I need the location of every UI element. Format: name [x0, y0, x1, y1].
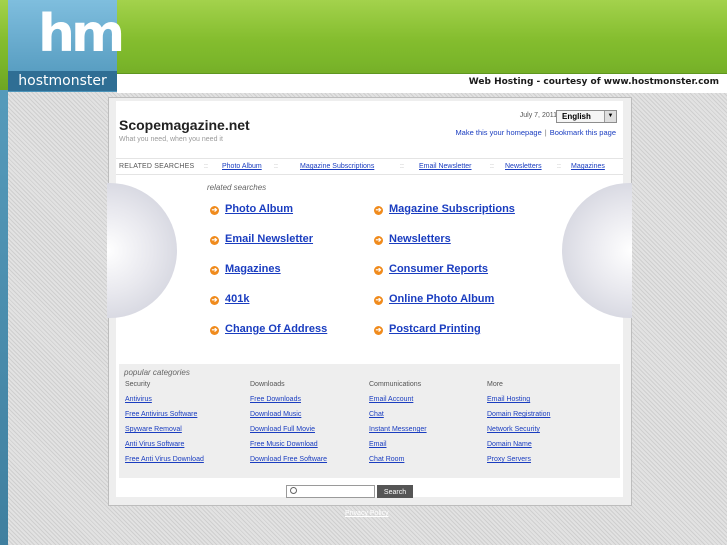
related-bar-link[interactable]: Magazine Subscriptions: [300, 159, 374, 174]
related-result-link[interactable]: 401k: [225, 293, 249, 305]
category-link[interactable]: Chat Room: [369, 456, 427, 471]
date-text: July 7, 2011: [519, 112, 557, 119]
separator-dots: ::: [400, 163, 404, 170]
arrow-right-icon: ➔: [210, 266, 219, 275]
separator-dots: ::: [274, 163, 278, 170]
related-bar-label: RELATED SEARCHES: [119, 163, 195, 170]
category-link[interactable]: Free Antivirus Software: [125, 411, 204, 426]
separator-dots: ::: [557, 163, 561, 170]
related-result-link[interactable]: Consumer Reports: [389, 263, 488, 275]
privacy-policy-link[interactable]: Privacy Policy: [345, 510, 389, 517]
related-result-link[interactable]: Change Of Address: [225, 323, 327, 335]
category-link[interactable]: Email Account: [369, 396, 427, 411]
search-icon: [290, 487, 297, 494]
related-result-link[interactable]: Photo Album: [225, 203, 293, 215]
bookmark-link[interactable]: Bookmark this page: [550, 128, 616, 137]
related-bar-link[interactable]: Magazines: [571, 159, 605, 174]
parked-page-frame: Scopemagazine.net What you need, when yo…: [107, 97, 632, 506]
related-bar-link[interactable]: Newsletters: [505, 159, 542, 174]
popular-categories-heading: popular categories: [124, 368, 190, 377]
decorative-left-curve: [107, 183, 177, 318]
arrow-right-icon: ➔: [374, 206, 383, 215]
category-link[interactable]: Anti Virus Software: [125, 441, 204, 456]
category-link[interactable]: Antivirus: [125, 396, 204, 411]
parked-page-content: Scopemagazine.net What you need, when yo…: [107, 101, 632, 497]
related-result-link[interactable]: Online Photo Album: [389, 293, 494, 305]
popular-categories-panel: popular categories Security Antivirus Fr…: [119, 364, 620, 478]
category-title: More: [487, 381, 503, 388]
related-result-link[interactable]: Email Newsletter: [225, 233, 313, 245]
category-title: Communications: [369, 381, 422, 388]
separator-dots: ::: [490, 163, 494, 170]
header-tagline-bar: Web Hosting - courtesy of www.hostmonste…: [117, 73, 727, 93]
arrow-right-icon: ➔: [374, 236, 383, 245]
arrow-right-icon: ➔: [374, 296, 383, 305]
language-value: English: [562, 112, 591, 121]
category-link[interactable]: Free Downloads: [250, 396, 327, 411]
category-link[interactable]: Domain Name: [487, 441, 550, 456]
arrow-right-icon: ➔: [374, 326, 383, 335]
category-link[interactable]: Chat: [369, 411, 427, 426]
make-homepage-link[interactable]: Make this your homepage: [455, 128, 541, 137]
category-link[interactable]: Instant Messenger: [369, 426, 427, 441]
category-title: Security: [125, 381, 151, 388]
arrow-right-icon: ➔: [374, 266, 383, 275]
separator-dots: ::: [204, 163, 208, 170]
category-link[interactable]: Free Anti Virus Download: [125, 456, 204, 471]
related-searches-heading: related searches: [207, 183, 267, 192]
category-link[interactable]: Network Security: [487, 426, 550, 441]
related-bar-link[interactable]: Photo Album: [222, 159, 262, 174]
category-link[interactable]: Download Full Movie: [250, 426, 327, 441]
category-title: Downloads: [250, 381, 285, 388]
related-result-link[interactable]: Magazines: [225, 263, 281, 275]
chevron-down-icon[interactable]: ▼: [604, 111, 616, 122]
category-link[interactable]: Free Music Download: [250, 441, 327, 456]
category-column: Communications Email Account Chat Instan…: [369, 381, 427, 471]
category-link[interactable]: Proxy Servers: [487, 456, 550, 471]
host-logo[interactable]: hm hostmonster: [8, 0, 125, 92]
related-result-link[interactable]: Postcard Printing: [389, 323, 481, 335]
category-link[interactable]: Email: [369, 441, 427, 456]
category-column: Security Antivirus Free Antivirus Softwa…: [125, 381, 204, 471]
category-column: Downloads Free Downloads Download Music …: [250, 381, 327, 471]
related-bar-link[interactable]: Email Newsletter: [419, 159, 472, 174]
arrow-right-icon: ➔: [210, 206, 219, 215]
arrow-right-icon: ➔: [210, 296, 219, 305]
related-result-link[interactable]: Magazine Subscriptions: [389, 203, 515, 215]
category-link[interactable]: Download Free Software: [250, 456, 327, 471]
link-separator: |: [544, 128, 547, 137]
related-searches-bar: RELATED SEARCHES :: Photo Album :: Magaz…: [116, 158, 623, 175]
header-tagline: Web Hosting - courtesy of www.hostmonste…: [468, 77, 719, 87]
category-column: More Email Hosting Domain Registration N…: [487, 381, 550, 471]
site-title: Scopemagazine.net: [119, 117, 250, 133]
related-result-link[interactable]: Newsletters: [389, 233, 451, 245]
site-tagline: What you need, when you need it: [119, 136, 223, 143]
arrow-right-icon: ➔: [210, 236, 219, 245]
logo-text: hostmonster: [8, 71, 117, 91]
category-link[interactable]: Spyware Removal: [125, 426, 204, 441]
logo-mark: hm: [38, 4, 125, 64]
language-select[interactable]: English ▼: [556, 110, 617, 123]
decorative-right-curve: [562, 183, 632, 318]
arrow-right-icon: ➔: [210, 326, 219, 335]
search-button[interactable]: Search: [377, 485, 413, 498]
search-input[interactable]: [286, 485, 375, 498]
top-links: Make this your homepage | Bookmark this pa…: [455, 128, 616, 137]
category-link[interactable]: Email Hosting: [487, 396, 550, 411]
category-link[interactable]: Download Music: [250, 411, 327, 426]
category-link[interactable]: Domain Registration: [487, 411, 550, 426]
